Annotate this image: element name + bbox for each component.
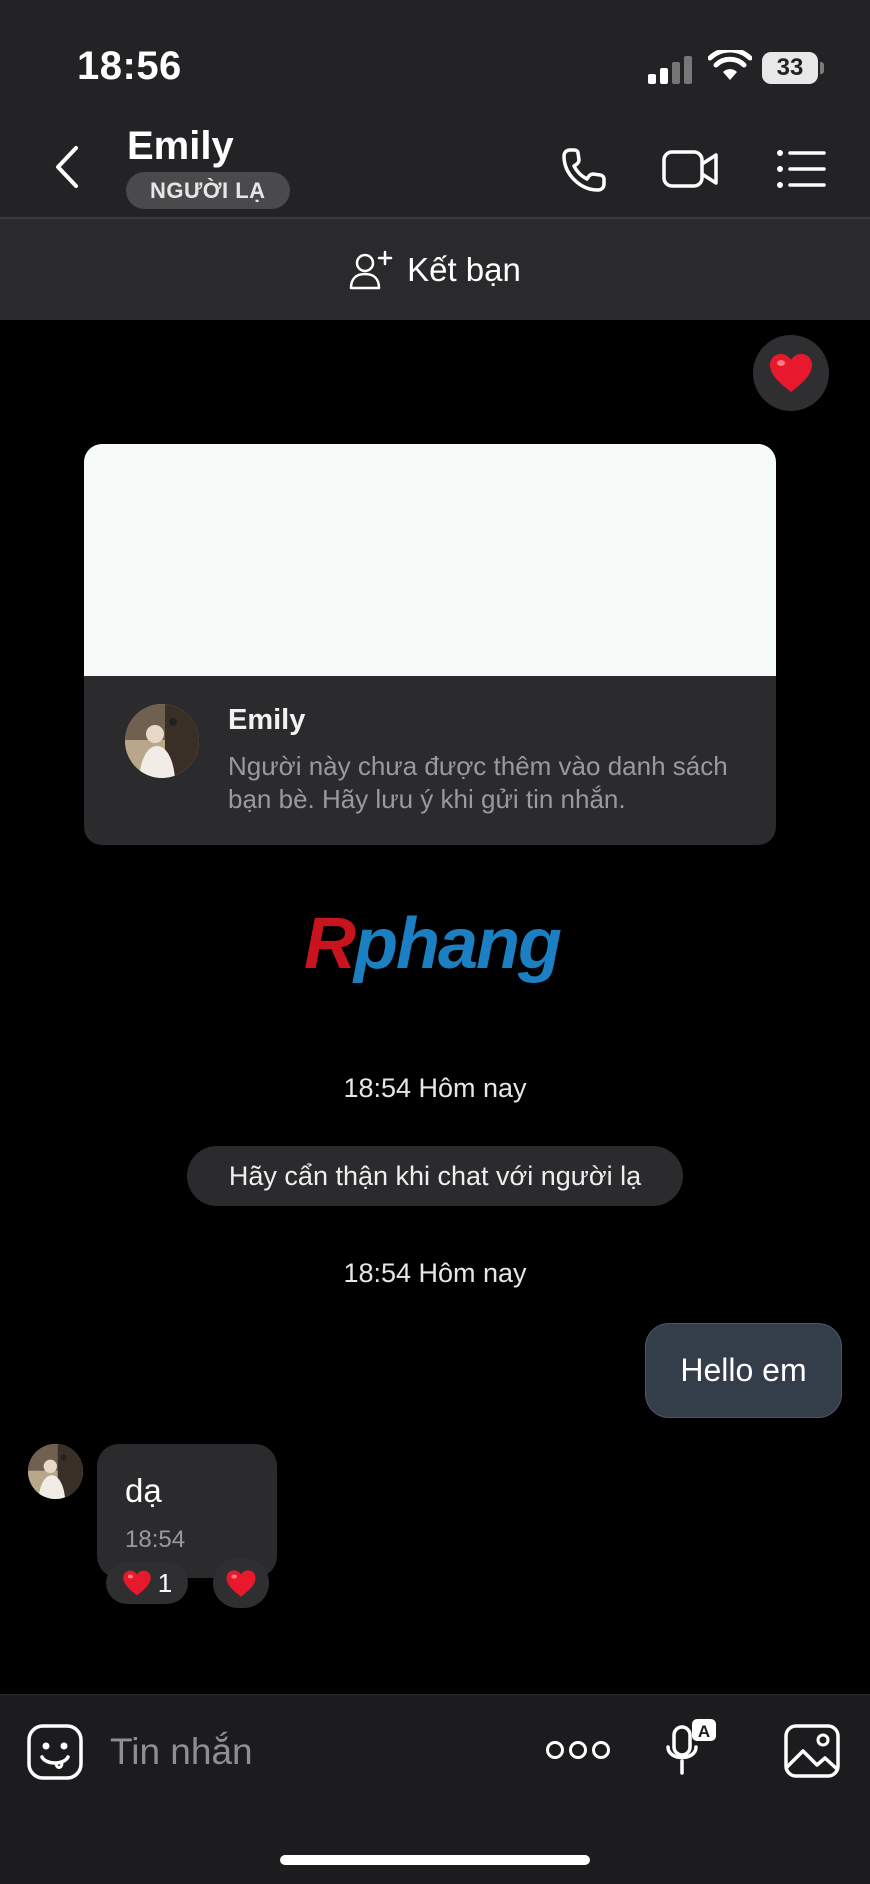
chat-header: Emily NGƯỜI LẠ	[0, 124, 870, 218]
home-indicator	[280, 1855, 590, 1865]
message-time: 18:54	[125, 1526, 186, 1553]
image-icon[interactable]	[783, 1723, 841, 1779]
add-friend-label: Kết bạn	[407, 250, 521, 288]
avatar[interactable]	[28, 1444, 83, 1499]
message-input-bar: A	[0, 1694, 870, 1884]
stranger-warning: Hãy cẩn thận khi chat với người lạ	[187, 1146, 683, 1206]
add-friend-button[interactable]: Kết bạn	[0, 219, 870, 320]
timestamp: 18:54 Hôm nay	[343, 1073, 527, 1103]
wifi-icon	[708, 50, 752, 80]
status-time: 18:56	[77, 44, 182, 88]
heart-icon	[770, 354, 812, 392]
battery-icon: 33	[762, 52, 824, 84]
video-camera-icon[interactable]	[660, 144, 720, 194]
profile-note: Người này chưa được thêm vào danh sách b…	[228, 751, 728, 814]
battery-level: 33	[762, 52, 818, 84]
voice-to-text-icon[interactable]: A	[664, 1717, 718, 1781]
emoji-icon[interactable]	[26, 1723, 84, 1781]
add-user-icon	[349, 250, 393, 289]
signal-icon	[648, 56, 692, 84]
profile-name: Emily	[228, 704, 306, 736]
reaction-summary[interactable]: 1	[106, 1562, 188, 1604]
watermark-logo: Rphang	[304, 904, 562, 984]
outgoing-message[interactable]: Hello em	[645, 1323, 842, 1418]
avatar[interactable]	[125, 704, 199, 778]
profile-card[interactable]: Emily Người này chưa được thêm vào danh …	[84, 444, 776, 845]
back-icon[interactable]	[48, 142, 88, 192]
list-menu-icon[interactable]	[772, 144, 832, 194]
incoming-message-text: dạ	[125, 1472, 162, 1509]
heart-icon	[123, 1570, 151, 1596]
contact-name[interactable]: Emily	[127, 124, 234, 169]
timestamp: 18:54 Hôm nay	[343, 1258, 527, 1288]
phone-icon[interactable]	[556, 144, 616, 194]
heart-reaction-button[interactable]	[753, 335, 829, 411]
heart-icon	[226, 1569, 256, 1597]
react-button[interactable]	[213, 1558, 269, 1608]
stranger-badge: NGƯỜI LẠ	[126, 172, 290, 209]
reaction-count: 1	[157, 1567, 173, 1598]
status-bar: 18:56 33	[0, 0, 870, 128]
svg-text:A: A	[698, 1722, 710, 1741]
more-icon[interactable]	[545, 1733, 611, 1767]
message-input[interactable]	[110, 1727, 510, 1777]
profile-cover-image	[84, 444, 776, 676]
